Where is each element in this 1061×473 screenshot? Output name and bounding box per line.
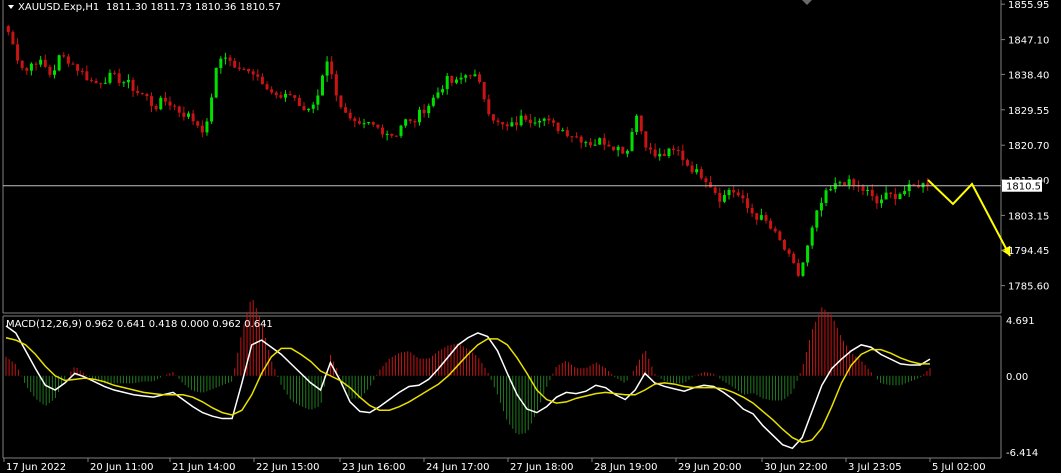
chart-background [0,0,1061,473]
macd-tick-label: -6.414 [1006,448,1038,459]
candle [778,229,782,242]
current-price-tag: 1810.57 [1002,179,1047,193]
candle [57,54,61,72]
price-axis[interactable]: 1855.951847.101838.401829.551820.701812.… [1001,0,1049,293]
candle [159,95,163,111]
macd-tick-label: 0.00 [1006,372,1028,383]
price-tick-label: 1785.60 [1008,282,1049,293]
candle [339,95,343,110]
time-tick-label: 28 Jun 19:00 [594,462,658,473]
price-tick-label: 1803.15 [1008,211,1049,222]
candle [320,74,324,96]
candle [214,67,218,99]
candle [801,262,805,277]
time-tick-label: 17 Jun 2022 [6,462,66,473]
symbol-label: XAUUSD.Exp,H1 [18,2,99,13]
trading-chart[interactable]: XAUUSD.Exp,H1 1811.30 1811.73 1810.36 18… [0,0,1061,473]
candle [810,225,814,249]
price-tick-label: 1820.70 [1008,141,1049,152]
price-tick-label: 1794.45 [1008,246,1049,257]
current-price-value: 1810.57 [1006,182,1047,193]
time-tick-label: 27 Jun 18:00 [510,462,574,473]
candle [210,93,214,124]
time-tick-label: 30 Jun 22:00 [764,462,828,473]
price-tick-label: 1829.55 [1008,106,1049,117]
price-tick-label: 1847.10 [1008,36,1049,47]
time-tick-label: 29 Jun 20:00 [678,462,742,473]
candle [598,137,602,145]
candle [635,114,639,135]
macd-tick-label: 4.691 [1006,316,1035,327]
candle [621,146,625,154]
price-tick-label: 1838.40 [1008,70,1049,81]
candle [11,30,15,45]
candle [782,239,786,251]
candle [482,82,486,103]
ohlc-label: 1811.30 1811.73 1810.36 1810.57 [106,2,281,13]
chart-header: XAUUSD.Exp,H1 1811.30 1811.73 1810.36 18… [8,2,281,13]
price-tick-label: 1855.95 [1008,0,1049,11]
time-tick-label: 24 Jun 17:00 [426,462,490,473]
time-tick-label: 22 Jun 15:00 [256,462,320,473]
macd-header-label: MACD(12,26,9) 0.962 0.641 0.418 0.000 0.… [6,319,273,330]
time-tick-label: 5 Jul 02:00 [932,462,986,473]
time-tick-label: 23 Jun 16:00 [342,462,406,473]
time-tick-label: 20 Jun 11:00 [90,462,154,473]
time-tick-label: 21 Jun 14:00 [172,462,236,473]
time-tick-label: 3 Jul 23:05 [848,462,902,473]
